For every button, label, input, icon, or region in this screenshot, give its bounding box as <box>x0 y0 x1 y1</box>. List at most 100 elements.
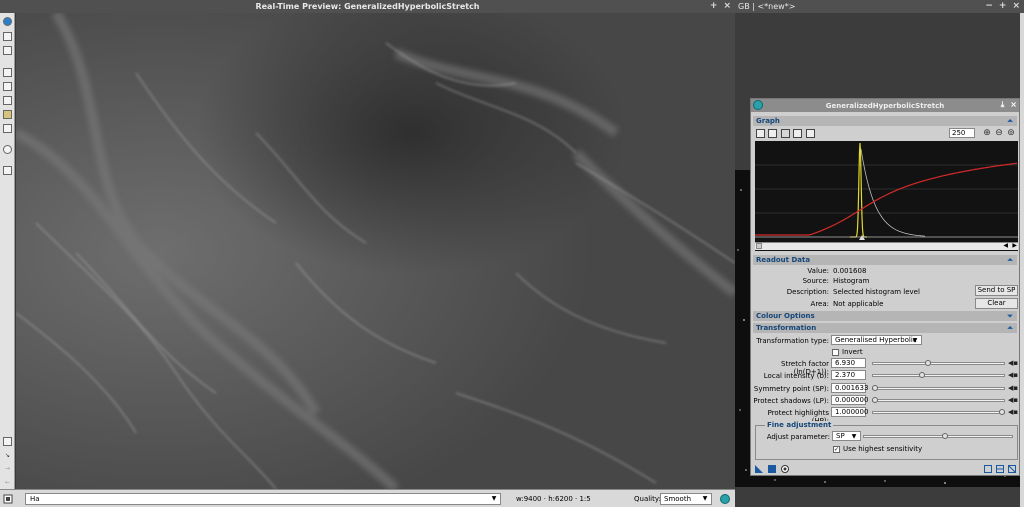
collapse-section-icon[interactable]: ⏶ <box>1006 324 1014 332</box>
quality-select[interactable]: Smooth ▼ <box>660 493 712 505</box>
readout-source: Histogram <box>833 277 870 285</box>
protect-highlights-knob[interactable] <box>999 409 1005 415</box>
protect-shadows-knob[interactable] <box>872 397 878 403</box>
realtime-preview-icon[interactable] <box>3 17 12 26</box>
reset-icon[interactable]: ◀▪ <box>1008 396 1018 404</box>
log-scale-icon[interactable] <box>756 129 765 138</box>
send-to-sp-button[interactable]: Send to SP <box>975 285 1018 296</box>
refresh-icon[interactable] <box>720 494 730 504</box>
reset-instance-icon[interactable] <box>1008 465 1016 473</box>
invert-label: Invert <box>842 348 863 356</box>
stretch-factor-input[interactable]: 6.930 <box>831 358 866 368</box>
nebula-preview-image[interactable] <box>16 13 735 489</box>
graph-canvas <box>755 142 1018 240</box>
readout-area-label: Area: <box>810 300 829 308</box>
zoom-reset-icon[interactable]: ⊚ <box>1006 128 1016 138</box>
histogram-toggle-icon[interactable] <box>781 129 790 138</box>
stretch-factor-slider[interactable] <box>872 362 1005 365</box>
protect-shadows-input[interactable]: 0.000000 <box>831 395 868 405</box>
green-channel-icon[interactable] <box>3 82 12 91</box>
zoom-arrow-icon[interactable]: ↘ <box>3 452 12 461</box>
preview-toggle-icon[interactable] <box>984 465 992 473</box>
alpha-channel-icon[interactable] <box>3 124 12 133</box>
graph-section-header[interactable]: Graph ⏶ <box>753 116 1017 126</box>
maximize-icon[interactable]: + <box>710 1 718 11</box>
colour-options-section-header[interactable]: Colour Options ⏷ <box>753 311 1017 321</box>
rgb-channel-icon[interactable] <box>3 110 12 119</box>
symmetry-point-input[interactable]: 0.001633 <box>831 383 868 393</box>
symmetry-point-marker[interactable] <box>859 235 865 240</box>
protect-shadows-slider[interactable] <box>872 399 1005 402</box>
adjust-parameter-select[interactable]: SP ▼ <box>832 431 861 441</box>
curve-toggle-icon[interactable] <box>806 129 815 138</box>
histogram-curve <box>850 142 867 238</box>
chevron-down-icon: ▼ <box>702 495 708 502</box>
transformation-graph[interactable] <box>755 141 1018 251</box>
clear-button[interactable]: Clear <box>975 298 1018 309</box>
collapse-section-icon[interactable]: ⏶ <box>1006 256 1014 264</box>
fit-view-icon[interactable] <box>3 437 12 446</box>
stretch-factor-knob[interactable] <box>925 360 932 366</box>
image-window-title: GB | <*new*> <box>738 2 796 11</box>
collapse-icon[interactable]: ⤓ <box>1001 100 1005 110</box>
close-icon[interactable]: × <box>1012 1 1020 11</box>
quality-select-value: Smooth <box>664 495 692 503</box>
transformation-type-select[interactable]: Generalised Hyperbolic ▼ <box>831 335 922 345</box>
pan-right-icon[interactable]: → <box>3 465 12 474</box>
scroll-left-icon[interactable]: ◀ <box>1003 242 1008 249</box>
dialog-bottom-bar <box>751 463 1019 476</box>
scroll-right-icon[interactable]: ▶ <box>1012 242 1017 249</box>
local-intensity-input[interactable]: 2.370 <box>831 370 866 380</box>
split-view-icon[interactable] <box>3 32 12 41</box>
readout-section-header[interactable]: Readout Data ⏶ <box>753 255 1017 265</box>
graph-scrollbar[interactable]: ◀ ▶ <box>755 242 1018 250</box>
protect-shadows-label: Protect shadows (LP): <box>753 397 829 405</box>
reset-icon[interactable]: ◀▪ <box>1008 408 1018 416</box>
zoom-input[interactable]: 250 <box>949 128 975 138</box>
symmetry-point-knob[interactable] <box>872 385 878 391</box>
protect-highlights-input[interactable]: 1.000000 <box>831 407 868 417</box>
maximize-icon[interactable]: + <box>999 1 1007 11</box>
stf-icon[interactable] <box>3 166 12 175</box>
invert-checkbox[interactable] <box>832 349 839 356</box>
scroll-thumb[interactable] <box>756 243 762 249</box>
browse-docs-icon[interactable] <box>996 465 1004 473</box>
readout-area: Not applicable <box>833 300 884 308</box>
expand-section-icon[interactable]: ⏷ <box>1006 312 1014 320</box>
blue-channel-icon[interactable] <box>3 96 12 105</box>
apply-icon[interactable] <box>768 465 776 473</box>
transformation-type-label: Transformation type: <box>756 337 829 345</box>
reset-icon[interactable]: ◀▪ <box>1008 371 1018 379</box>
preview-window: Real-Time Preview: GeneralizedHyperbolic… <box>0 0 735 507</box>
grid-icon[interactable] <box>793 129 802 138</box>
protect-highlights-slider[interactable] <box>872 411 1005 414</box>
graph-section-label: Graph <box>756 117 780 125</box>
highest-sensitivity-checkbox[interactable]: ✓ <box>833 446 840 453</box>
symmetry-point-slider[interactable] <box>872 387 1005 390</box>
minimize-icon[interactable]: − <box>985 1 993 11</box>
camera-icon[interactable] <box>3 145 12 154</box>
fine-adjust-slider[interactable] <box>863 435 1013 438</box>
pin-icon[interactable] <box>3 494 13 504</box>
compare-view-icon[interactable] <box>3 46 12 55</box>
quality-label: Quality: <box>634 495 661 503</box>
pan-left-icon[interactable]: ← <box>3 479 12 488</box>
new-instance-icon[interactable] <box>755 465 763 473</box>
red-channel-icon[interactable] <box>3 68 12 77</box>
zoom-out-icon[interactable]: ⊖ <box>994 128 1004 138</box>
local-intensity-slider[interactable] <box>872 374 1005 377</box>
reset-icon[interactable]: ◀▪ <box>1008 359 1018 367</box>
zoom-in-icon[interactable]: ⊕ <box>982 128 992 138</box>
apply-global-icon[interactable] <box>781 465 789 473</box>
transformation-section-header[interactable]: Transformation ⏶ <box>753 323 1017 333</box>
close-icon[interactable]: × <box>1010 100 1017 110</box>
fine-adjust-knob[interactable] <box>942 433 949 439</box>
linear-scale-icon[interactable] <box>768 129 777 138</box>
close-icon[interactable]: × <box>723 1 731 11</box>
collapse-section-icon[interactable]: ⏶ <box>1006 117 1014 125</box>
transformation-curve <box>755 162 1018 236</box>
view-select[interactable]: Ha ▼ <box>25 493 501 505</box>
local-intensity-knob[interactable] <box>918 372 925 378</box>
reset-icon[interactable]: ◀▪ <box>1008 384 1018 392</box>
adjust-parameter-value: SP <box>836 432 845 440</box>
